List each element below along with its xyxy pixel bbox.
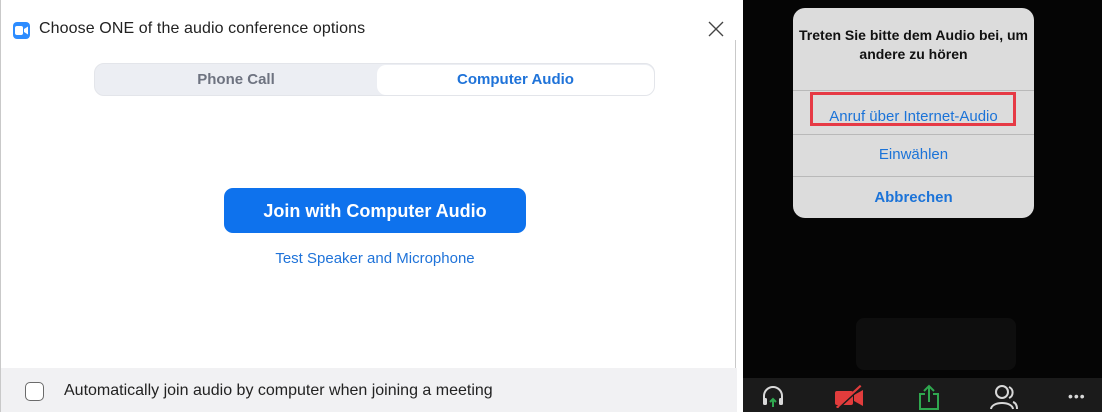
meeting-toolbar: •••: [743, 378, 1102, 412]
dialog-footer: Automatically join audio by computer whe…: [1, 368, 737, 412]
join-audio-alert: Treten Sie bitte dem Audio bei, um ander…: [793, 8, 1034, 218]
cancel-button[interactable]: Abbrechen: [793, 189, 1034, 206]
participants-icon[interactable]: [989, 384, 1019, 412]
test-speaker-microphone-link[interactable]: Test Speaker and Microphone: [224, 250, 526, 267]
dialog-titlebar: Choose ONE of the audio conference optio…: [1, 0, 737, 40]
auto-join-checkbox[interactable]: [25, 382, 44, 401]
alert-divider: [793, 176, 1034, 177]
auto-join-label: Automatically join audio by computer whe…: [64, 382, 493, 399]
internet-audio-button[interactable]: Anruf über Internet-Audio: [793, 108, 1034, 125]
camera-logo-icon: [13, 22, 30, 39]
tab-computer-audio[interactable]: Computer Audio: [377, 65, 654, 95]
audio-options-dialog: Choose ONE of the audio conference optio…: [0, 0, 737, 412]
audio-mode-tabs: Phone Call Computer Audio: [94, 63, 655, 96]
alert-divider: [793, 134, 1034, 135]
tab-phone-call[interactable]: Phone Call: [96, 65, 376, 95]
mobile-meeting-screen: Treten Sie bitte dem Audio bei, um ander…: [743, 0, 1102, 412]
alert-title: Treten Sie bitte dem Audio bei, um ander…: [799, 27, 1028, 62]
dialog-title: Choose ONE of the audio conference optio…: [39, 20, 366, 37]
close-icon[interactable]: [705, 18, 727, 40]
headphones-icon[interactable]: [760, 384, 786, 412]
dial-in-button[interactable]: Einwählen: [793, 146, 1034, 163]
share-icon[interactable]: [916, 384, 942, 412]
join-computer-audio-button[interactable]: Join with Computer Audio: [224, 188, 526, 233]
video-placeholder: [856, 318, 1016, 370]
alert-divider: [793, 90, 1034, 91]
more-icon[interactable]: •••: [1068, 388, 1086, 404]
video-off-icon[interactable]: [833, 384, 865, 412]
